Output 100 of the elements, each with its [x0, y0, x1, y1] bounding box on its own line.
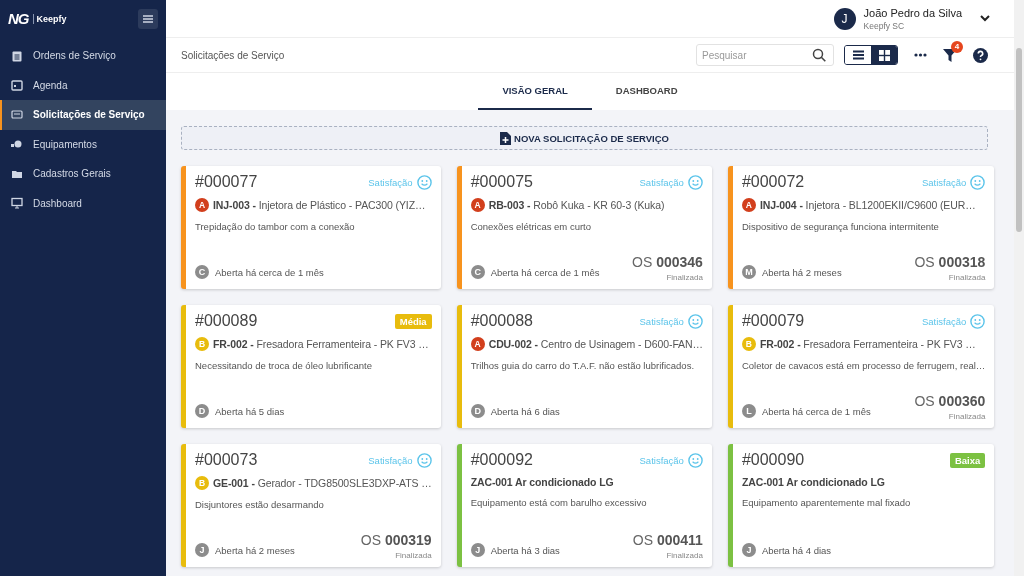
request-description: Dispositivo de segurança funciona intermitente: [741, 221, 940, 232]
search-field[interactable]: Pesquisar: [696, 44, 834, 66]
request-card[interactable]: #000073 Satisfação B GE-001 - Gerador - TDG8500SLE3DXP-ATS … Disjuntores estão desarmando J Aberta há 2 meses OS 000319 Finalizada: [181, 444, 441, 567]
opened-time: Aberta há 6 dias: [490, 406, 560, 417]
user-name: João Pedro da Silva: [863, 6, 962, 19]
work-order-number: OS 000360: [914, 393, 986, 409]
satisfaction-label: Satisfação: [368, 176, 413, 188]
class-badge: A: [470, 198, 485, 212]
work-order-status: Finalizada: [666, 273, 703, 282]
request-card[interactable]: #000077 Satisfação A INJ-003 - Injetora de Plástico - PAC300 (YIZ… Trepidação do tambor com a conexão C Aberta há cerca de 1 mês: [181, 166, 441, 289]
work-order-number: OS 000318: [914, 254, 986, 270]
satisfaction-label: Satisfação: [921, 176, 967, 188]
tab[interactable]: DASHBOARD: [591, 73, 702, 110]
request-number: #000088: [470, 312, 533, 330]
grid-icon: [878, 49, 890, 61]
user-avatar: D: [470, 404, 485, 418]
class-badge: A: [470, 337, 485, 351]
opened-time: Aberta há 2 meses: [761, 267, 842, 278]
sidebar-item[interactable]: Equipamentos: [0, 129, 166, 159]
work-order-status: Finalizada: [948, 273, 986, 282]
smiley-icon: [687, 452, 703, 468]
work-order-number: OS 000319: [360, 532, 432, 548]
user-avatar: L: [741, 404, 756, 418]
scrollbar[interactable]: [1014, 0, 1024, 576]
request-description: Equipamento está com barulho excessivo: [470, 497, 648, 508]
menu-button[interactable]: [138, 8, 158, 29]
grid-view-button[interactable]: [871, 46, 897, 64]
sidebar-item[interactable]: Cadastros Gerais: [0, 159, 166, 189]
request-card[interactable]: #000090 Baixa ZAC-001 Ar condicionado LG Equipamento aparentemente mal fixado J Aberta há 4 dias: [727, 444, 995, 567]
breadcrumb: Solicitações de Serviço: [181, 49, 285, 61]
equipment-label: ZAC-001 Ar condicionado LG: [741, 476, 885, 488]
equipment-label: GE-001 - Gerador - TDG8500SLE3DXP-ATS …: [213, 477, 432, 489]
request-description: Trilhos guia do carro do T.A.F. não estão lubrificados.: [470, 360, 696, 371]
work-order-status: Finalizada: [666, 551, 703, 560]
request-card[interactable]: #000088 Satisfação A CDU-002 - Centro de Usinagem - D600-FAN… Trilhos guia do carro do T.A.F. não estão lubrificados. D Aberta há 6 dias: [456, 305, 712, 428]
chevron-down-icon[interactable]: [980, 15, 990, 22]
calendar-icon: [11, 79, 23, 92]
request-description: Disjuntores estão desarmando: [195, 499, 325, 510]
request-number: #000092: [470, 451, 533, 469]
request-number: #000089: [195, 312, 258, 330]
sidebar-item[interactable]: Dashboard: [0, 188, 166, 218]
tab[interactable]: VISÃO GERAL: [478, 73, 592, 110]
request-description: Necessitando de troca de óleo lubrificante: [195, 360, 373, 371]
equipment-label: RB-003 - Robô Kuka - KR 60-3 (Kuka): [488, 199, 665, 211]
request-description: Coletor de cavacos está em processo de ferrugem, real…: [741, 360, 986, 371]
class-badge: A: [741, 198, 756, 212]
opened-time: Aberta há cerca de 1 mês: [215, 267, 324, 278]
class-badge: B: [741, 337, 756, 351]
sidebar-item[interactable]: Agenda: [0, 70, 166, 100]
request-description: Conexões elétricas em curto: [470, 221, 593, 232]
add-document-icon: [500, 131, 512, 145]
user-avatar: J: [195, 543, 209, 557]
work-order-number: OS 000411: [632, 532, 703, 548]
request-card[interactable]: #000079 Satisfação B FR-002 - Fresadora Ferramenteira - PK FV3 … Coletor de cavacos está em processo de ferrugem, real… L Aberta há cerca de 1 mês OS 000360 Finalizada: [727, 305, 995, 428]
work-order-status: Finalizada: [948, 412, 986, 421]
satisfaction-label: Satisfação: [368, 454, 413, 466]
search-icon: [812, 48, 826, 62]
opened-time: Aberta há 3 dias: [490, 545, 560, 556]
help-icon[interactable]: [973, 47, 988, 63]
smiley-icon: [687, 174, 703, 190]
opened-time: Aberta há cerca de 1 mês: [761, 406, 871, 417]
work-order-status: Finalizada: [395, 551, 432, 560]
equipment-label: INJ-003 - Injetora de Plástico - PAC300 (YIZ…: [213, 199, 426, 211]
equipment-label: CDU-002 - Centro de Usinagem - D600-FAN…: [488, 338, 703, 350]
user-avatar: M: [741, 265, 756, 279]
request-number: #000079: [741, 312, 805, 330]
user-avatar: J: [741, 543, 756, 557]
request-description: Trepidação do tambor com a conexão: [195, 221, 356, 232]
request-card[interactable]: #000092 Satisfação ZAC-001 Ar condicionado LG Equipamento está com barulho excessivo J Aberta há 3 dias OS 000411 Finalizada: [456, 444, 712, 567]
user-avatar: C: [470, 265, 485, 279]
brand-name: Keepfy: [32, 13, 67, 24]
equipment-label: FR-002 - Fresadora Ferramenteira - PK FV3 …: [213, 338, 429, 350]
user-avatar[interactable]: J: [833, 7, 856, 30]
new-request-button[interactable]: NOVA SOLICITAÇÃO DE SERVIÇO: [181, 126, 988, 150]
request-number: #000073: [195, 451, 258, 469]
list-icon: [852, 50, 864, 60]
equipment-label: ZAC-001 Ar condicionado LG: [470, 476, 614, 488]
request-card[interactable]: #000089 Média B FR-002 - Fresadora Ferramenteira - PK FV3 … Necessitando de troca de óleo lubrificante D Aberta há 5 dias: [181, 305, 441, 428]
equipment-label: INJ-004 - Injetora - BL1200EKII/C9600 (EUR…: [759, 199, 976, 211]
user-avatar: J: [470, 543, 485, 557]
opened-time: Aberta há 4 dias: [761, 545, 832, 556]
sidebar-item[interactable]: Solicitações de Serviço: [0, 100, 166, 130]
request-number: #000090: [741, 451, 805, 469]
smiley-icon: [416, 174, 432, 190]
sidebar-item[interactable]: Ordens de Serviço: [0, 41, 166, 71]
opened-time: Aberta há cerca de 1 mês: [490, 267, 600, 278]
user-company: Keepfy SC: [863, 20, 906, 31]
clipboard-icon: [11, 49, 23, 62]
opened-time: Aberta há 2 meses: [215, 545, 295, 556]
satisfaction-label: Satisfação: [639, 176, 684, 188]
chat-icon: [11, 108, 23, 121]
priority-badge: Média: [394, 313, 432, 329]
equipment-label: FR-002 - Fresadora Ferramenteira - PK FV3 …: [759, 338, 976, 350]
request-card[interactable]: #000072 Satisfação A INJ-004 - Injetora - BL1200EKII/C9600 (EUR… Dispositivo de segurança funciona intermitente M Aberta há 2 meses OS 000318 Finalizada: [727, 166, 995, 289]
user-avatar: C: [195, 265, 209, 279]
smiley-icon: [687, 313, 703, 329]
request-number: #000072: [741, 173, 805, 191]
logo: NG: [8, 10, 29, 27]
request-card[interactable]: #000075 Satisfação A RB-003 - Robô Kuka - KR 60-3 (Kuka) Conexões elétricas em curto C Aberta há cerca de 1 mês OS 000346 Finalizada: [456, 166, 712, 289]
more-icon[interactable]: [914, 53, 927, 57]
